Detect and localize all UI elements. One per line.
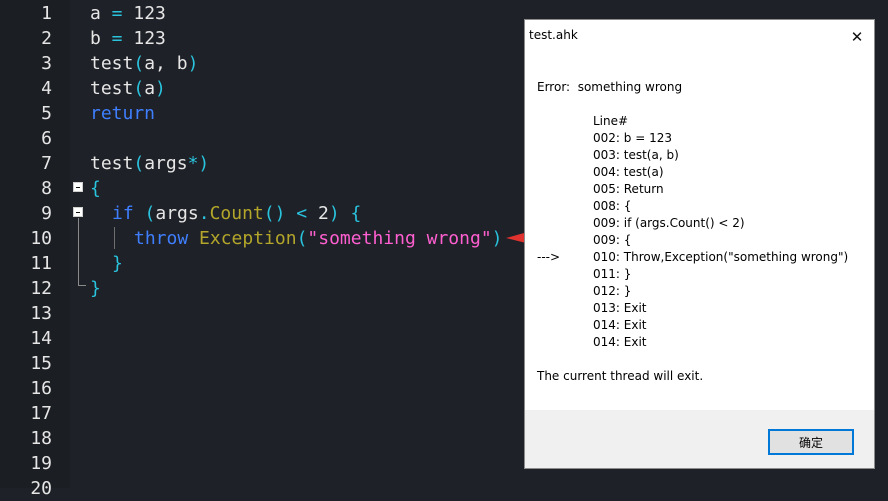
trace-line-current: 010: Throw,Exception("something wrong") [593, 250, 849, 264]
line-header: Line# [593, 114, 629, 128]
dialog-title: test.ahk [529, 28, 578, 42]
error-message: Error: something wrong [537, 80, 683, 94]
error-dialog: test.ahk ✕ Error: something wrong Line# … [524, 19, 875, 469]
trace-line: 009: if (args.Count() < 2) [593, 216, 745, 230]
current-line-pointer: ---> [537, 250, 561, 264]
trace-line: 003: test(a, b) [593, 148, 679, 162]
trace-line: 004: test(a) [593, 165, 664, 179]
trace-line: 009: { [593, 233, 632, 247]
dialog-titlebar[interactable]: test.ahk ✕ [525, 20, 874, 53]
close-icon[interactable]: ✕ [840, 20, 874, 53]
trace-line: 002: b = 123 [593, 131, 672, 145]
trace-line: 011: } [593, 267, 632, 281]
trace-line: 014: Exit [593, 335, 647, 349]
dialog-message: Error: something wrong Line# 002: b = 12… [525, 53, 874, 410]
dialog-footer: 确定 [525, 410, 874, 468]
trace-line: 012: } [593, 284, 632, 298]
trace-line: 013: Exit [593, 301, 647, 315]
trace-line: 014: Exit [593, 318, 647, 332]
exit-notice: The current thread will exit. [537, 369, 704, 383]
trace-line: 008: { [593, 199, 632, 213]
ok-button[interactable]: 确定 [768, 429, 854, 455]
trace-line: 005: Return [593, 182, 664, 196]
